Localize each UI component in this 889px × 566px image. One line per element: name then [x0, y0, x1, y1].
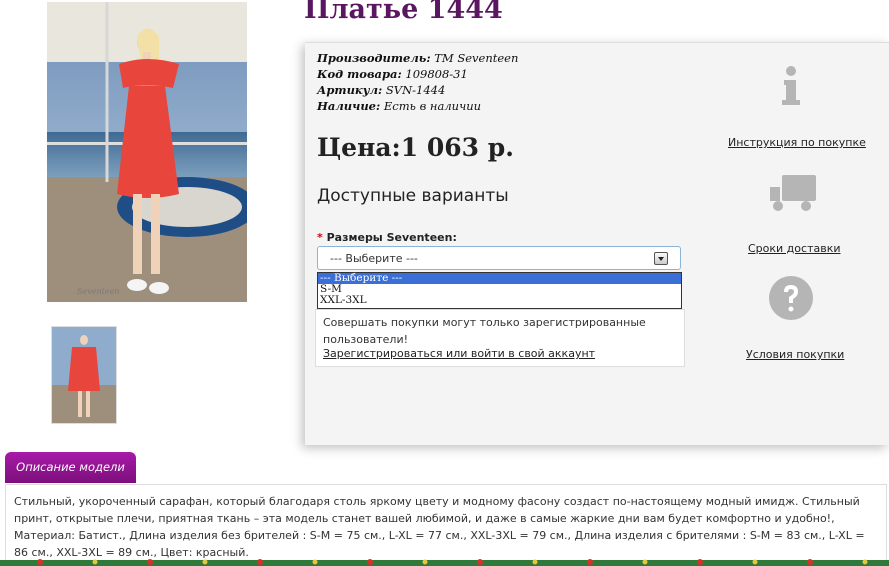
article-label: Артикул:: [317, 83, 383, 97]
chevron-down-icon[interactable]: [654, 252, 668, 265]
product-main-photo[interactable]: Seventeen: [47, 2, 247, 302]
product-thumbnail[interactable]: [51, 326, 117, 424]
size-option[interactable]: S-M: [318, 284, 681, 295]
product-photo-image: Seventeen: [47, 2, 247, 302]
size-option[interactable]: XXL-3XL: [318, 295, 681, 306]
manufacturer-line: Производитель: TM Seventeen: [317, 51, 518, 65]
manufacturer-label: Производитель:: [317, 51, 431, 65]
description-panel: Стильный, укороченный сарафан, который б…: [5, 484, 887, 566]
availability-line: Наличие: Есть в наличии: [317, 99, 481, 113]
tab-description[interactable]: Описание модели: [5, 452, 136, 483]
size-select[interactable]: --- Выберите ---: [317, 246, 681, 270]
product-price: Цена:1 063 р.: [317, 133, 514, 162]
size-dropdown-list: --- Выберите --- S-M XXL-3XL: [317, 272, 682, 309]
instructions-link[interactable]: Инструкция по покупке: [728, 136, 866, 149]
size-option[interactable]: --- Выберите ---: [318, 273, 681, 284]
article-line: Артикул: SVN-1444: [317, 83, 445, 97]
login-notice-text: Совершать покупки могут только зарегистр…: [323, 316, 646, 346]
product-info-panel: Производитель: TM Seventeen Код товара: …: [305, 42, 889, 445]
manufacturer-value: TM Seventeen: [434, 51, 519, 65]
size-label-text: Размеры Seventeen:: [326, 231, 457, 244]
article-value: SVN-1444: [385, 83, 446, 97]
svg-text:Seventeen: Seventeen: [77, 287, 119, 296]
truck-icon[interactable]: [768, 173, 818, 213]
availability-value: Есть в наличии: [383, 99, 482, 113]
page-title: Платье 1444: [304, 0, 503, 25]
availability-label: Наличие:: [317, 99, 381, 113]
description-text: Стильный, укороченный сарафан, который б…: [14, 495, 865, 559]
login-notice: Совершать покупки могут только зарегистр…: [315, 309, 685, 367]
delivery-times-link[interactable]: Сроки доставки: [748, 242, 841, 255]
product-code-line: Код товара: 109808-31: [317, 67, 468, 81]
login-register-link[interactable]: Зарегистрироваться или войти в свой акка…: [323, 347, 595, 360]
size-label: * Размеры Seventeen:: [317, 231, 457, 244]
terms-link[interactable]: Условия покупки: [746, 348, 844, 361]
info-icon[interactable]: [780, 65, 802, 107]
holiday-garland-decoration: [0, 559, 889, 566]
question-icon[interactable]: [768, 275, 814, 321]
size-select-value: --- Выберите ---: [330, 252, 418, 265]
thumbnail-image: [52, 327, 116, 423]
product-code-value: 109808-31: [405, 67, 468, 81]
variants-heading: Доступные варианты: [317, 186, 509, 206]
required-mark: *: [317, 231, 323, 244]
product-code-label: Код товара:: [317, 67, 402, 81]
